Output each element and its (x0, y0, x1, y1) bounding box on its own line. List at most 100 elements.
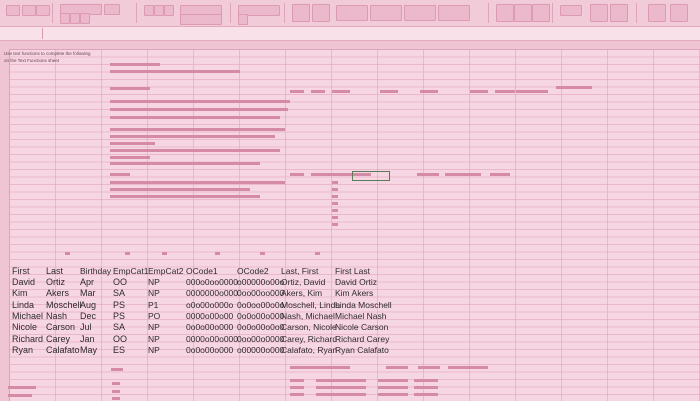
table-cell-first[interactable]: David (12, 277, 35, 288)
table-cell-last-first[interactable]: Carey, Richard (281, 334, 337, 345)
table-cell-last-first[interactable]: Nash, Michael (281, 311, 335, 322)
header-empcat1[interactable]: EmpCat1 (113, 266, 148, 277)
header-last-first[interactable]: Last, First (281, 266, 318, 277)
format-table-button[interactable] (312, 4, 330, 22)
cell-style-normal[interactable] (336, 5, 368, 21)
table-cell-ocode2[interactable]: 0o0o00o0o0 (237, 322, 284, 333)
table-cell-last[interactable]: Moschell (46, 300, 82, 311)
ideas-button[interactable] (648, 4, 666, 22)
table-cell-first[interactable]: Michael (12, 311, 43, 322)
table-cell-ocode2[interactable]: o00000o00o (237, 277, 284, 288)
table-cell-empcat2[interactable]: NP (148, 277, 160, 288)
insert-cells-button[interactable] (496, 4, 514, 22)
table-cell-empcat1[interactable]: PS (113, 300, 125, 311)
format-cells-button[interactable] (532, 4, 550, 22)
table-cell-last-first[interactable]: Akers, Kim (281, 288, 322, 299)
table-cell-ocode2[interactable]: 0o0o00o000 (237, 311, 284, 322)
table-cell-empcat2[interactable]: PO (148, 311, 160, 322)
header-empcat2[interactable]: EmpCat2 (148, 266, 183, 277)
table-cell-empcat1[interactable]: OO (113, 334, 127, 345)
table-cell-ocode1[interactable]: o0o00o000o (186, 300, 233, 311)
table-cell-ocode1[interactable]: 0000o00o000 (186, 334, 238, 345)
table-cell-last-first[interactable]: Moschell, Linda (281, 300, 340, 311)
table-cell-birthday[interactable]: May (80, 345, 97, 356)
header-birthday[interactable]: Birthday (80, 266, 111, 277)
table-cell-birthday[interactable]: Dec (80, 311, 96, 322)
table-cell-first-last[interactable]: Kim Akers (335, 288, 373, 299)
table-cell-empcat2[interactable]: P1 (148, 300, 158, 311)
table-cell-first-last[interactable]: Nicole Carson (335, 322, 388, 333)
table-cell-first[interactable]: Nicole (12, 322, 37, 333)
table-cell-last[interactable]: Ortiz (46, 277, 65, 288)
table-cell-last-first[interactable]: Calafato, Ryan (281, 345, 337, 356)
italic-button[interactable] (70, 13, 80, 24)
table-cell-first-last[interactable]: Richard Carey (335, 334, 389, 345)
table-cell-birthday[interactable]: Jul (80, 322, 92, 333)
table-cell-first[interactable]: Richard (12, 334, 43, 345)
table-cell-empcat1[interactable]: ES (113, 345, 125, 356)
table-cell-first-last[interactable]: Michael Nash (335, 311, 387, 322)
name-box[interactable] (0, 28, 43, 39)
table-cell-ocode1[interactable]: 0o0o00o000 (186, 322, 233, 333)
table-cell-last[interactable]: Calafato (46, 345, 80, 356)
paste-button[interactable] (6, 5, 20, 16)
table-cell-ocode1[interactable]: 0000000o000 (186, 288, 238, 299)
header-first-last[interactable]: First Last (335, 266, 370, 277)
table-cell-ocode1[interactable]: 000o0oo0000 (186, 277, 238, 288)
table-cell-last[interactable]: Carson (46, 322, 75, 333)
table-cell-last[interactable]: Nash (46, 311, 67, 322)
font-size-dropdown[interactable] (104, 4, 120, 15)
table-cell-empcat1[interactable]: PS (113, 311, 125, 322)
table-cell-last-first[interactable]: Ortiz, David (281, 277, 325, 288)
table-cell-first[interactable]: Linda (12, 300, 34, 311)
percent-button[interactable] (238, 14, 248, 25)
selected-cell[interactable] (352, 171, 390, 181)
table-cell-empcat2[interactable]: NP (148, 288, 160, 299)
table-cell-first[interactable]: Kim (12, 288, 28, 299)
cut-button[interactable] (22, 5, 36, 16)
cell-style-neutral[interactable] (438, 5, 470, 21)
table-cell-first[interactable]: Ryan (12, 345, 33, 356)
table-cell-birthday[interactable]: Jan (80, 334, 95, 345)
table-cell-ocode2[interactable]: 0o0oo00o0o (237, 300, 284, 311)
header-first[interactable]: First (12, 266, 30, 277)
table-cell-empcat1[interactable]: SA (113, 322, 125, 333)
cell-style-bad[interactable] (370, 5, 402, 21)
table-cell-last-first[interactable]: Carson, Nicole (281, 322, 337, 333)
table-cell-ocode2[interactable]: o00000o000 (237, 345, 284, 356)
header-ocode1[interactable]: OCode1 (186, 266, 218, 277)
share-button[interactable] (670, 4, 688, 22)
table-cell-first-last[interactable]: Ryan Calafato (335, 345, 389, 356)
align-left-button[interactable] (144, 5, 154, 16)
header-last[interactable]: Last (46, 266, 63, 277)
align-right-button[interactable] (164, 5, 174, 16)
table-cell-last[interactable]: Akers (46, 288, 69, 299)
autosum-button[interactable] (560, 5, 582, 16)
bold-button[interactable] (60, 13, 70, 24)
table-cell-ocode1[interactable]: 0o0o00o000 (186, 345, 233, 356)
table-cell-empcat2[interactable]: NP (148, 334, 160, 345)
copy-button[interactable] (36, 5, 50, 16)
table-cell-first-last[interactable]: Linda Moschell (335, 300, 392, 311)
table-cell-birthday[interactable]: Aug (80, 300, 96, 311)
underline-button[interactable] (80, 13, 90, 24)
table-cell-ocode1[interactable]: 0000o00o00 (186, 311, 233, 322)
merge-center-button[interactable] (180, 14, 222, 25)
table-cell-empcat2[interactable]: NP (148, 345, 160, 356)
table-cell-birthday[interactable]: Mar (80, 288, 96, 299)
table-cell-empcat2[interactable]: NP (148, 322, 160, 333)
header-ocode2[interactable]: OCode2 (237, 266, 269, 277)
table-cell-first-last[interactable]: David Ortiz (335, 277, 377, 288)
table-cell-birthday[interactable]: Apr (80, 277, 94, 288)
table-cell-last[interactable]: Carey (46, 334, 70, 345)
delete-cells-button[interactable] (514, 4, 532, 22)
sort-filter-button[interactable] (590, 4, 608, 22)
find-select-button[interactable] (610, 4, 628, 22)
table-cell-empcat1[interactable]: OO (113, 277, 127, 288)
align-center-button[interactable] (154, 5, 164, 16)
conditional-format-button[interactable] (292, 4, 310, 22)
table-cell-ocode2[interactable]: 0oo00oo000 (237, 288, 284, 299)
cell-style-good[interactable] (404, 5, 436, 21)
table-cell-ocode2[interactable]: 0oo00o0000 (237, 334, 284, 345)
table-cell-empcat1[interactable]: SA (113, 288, 125, 299)
